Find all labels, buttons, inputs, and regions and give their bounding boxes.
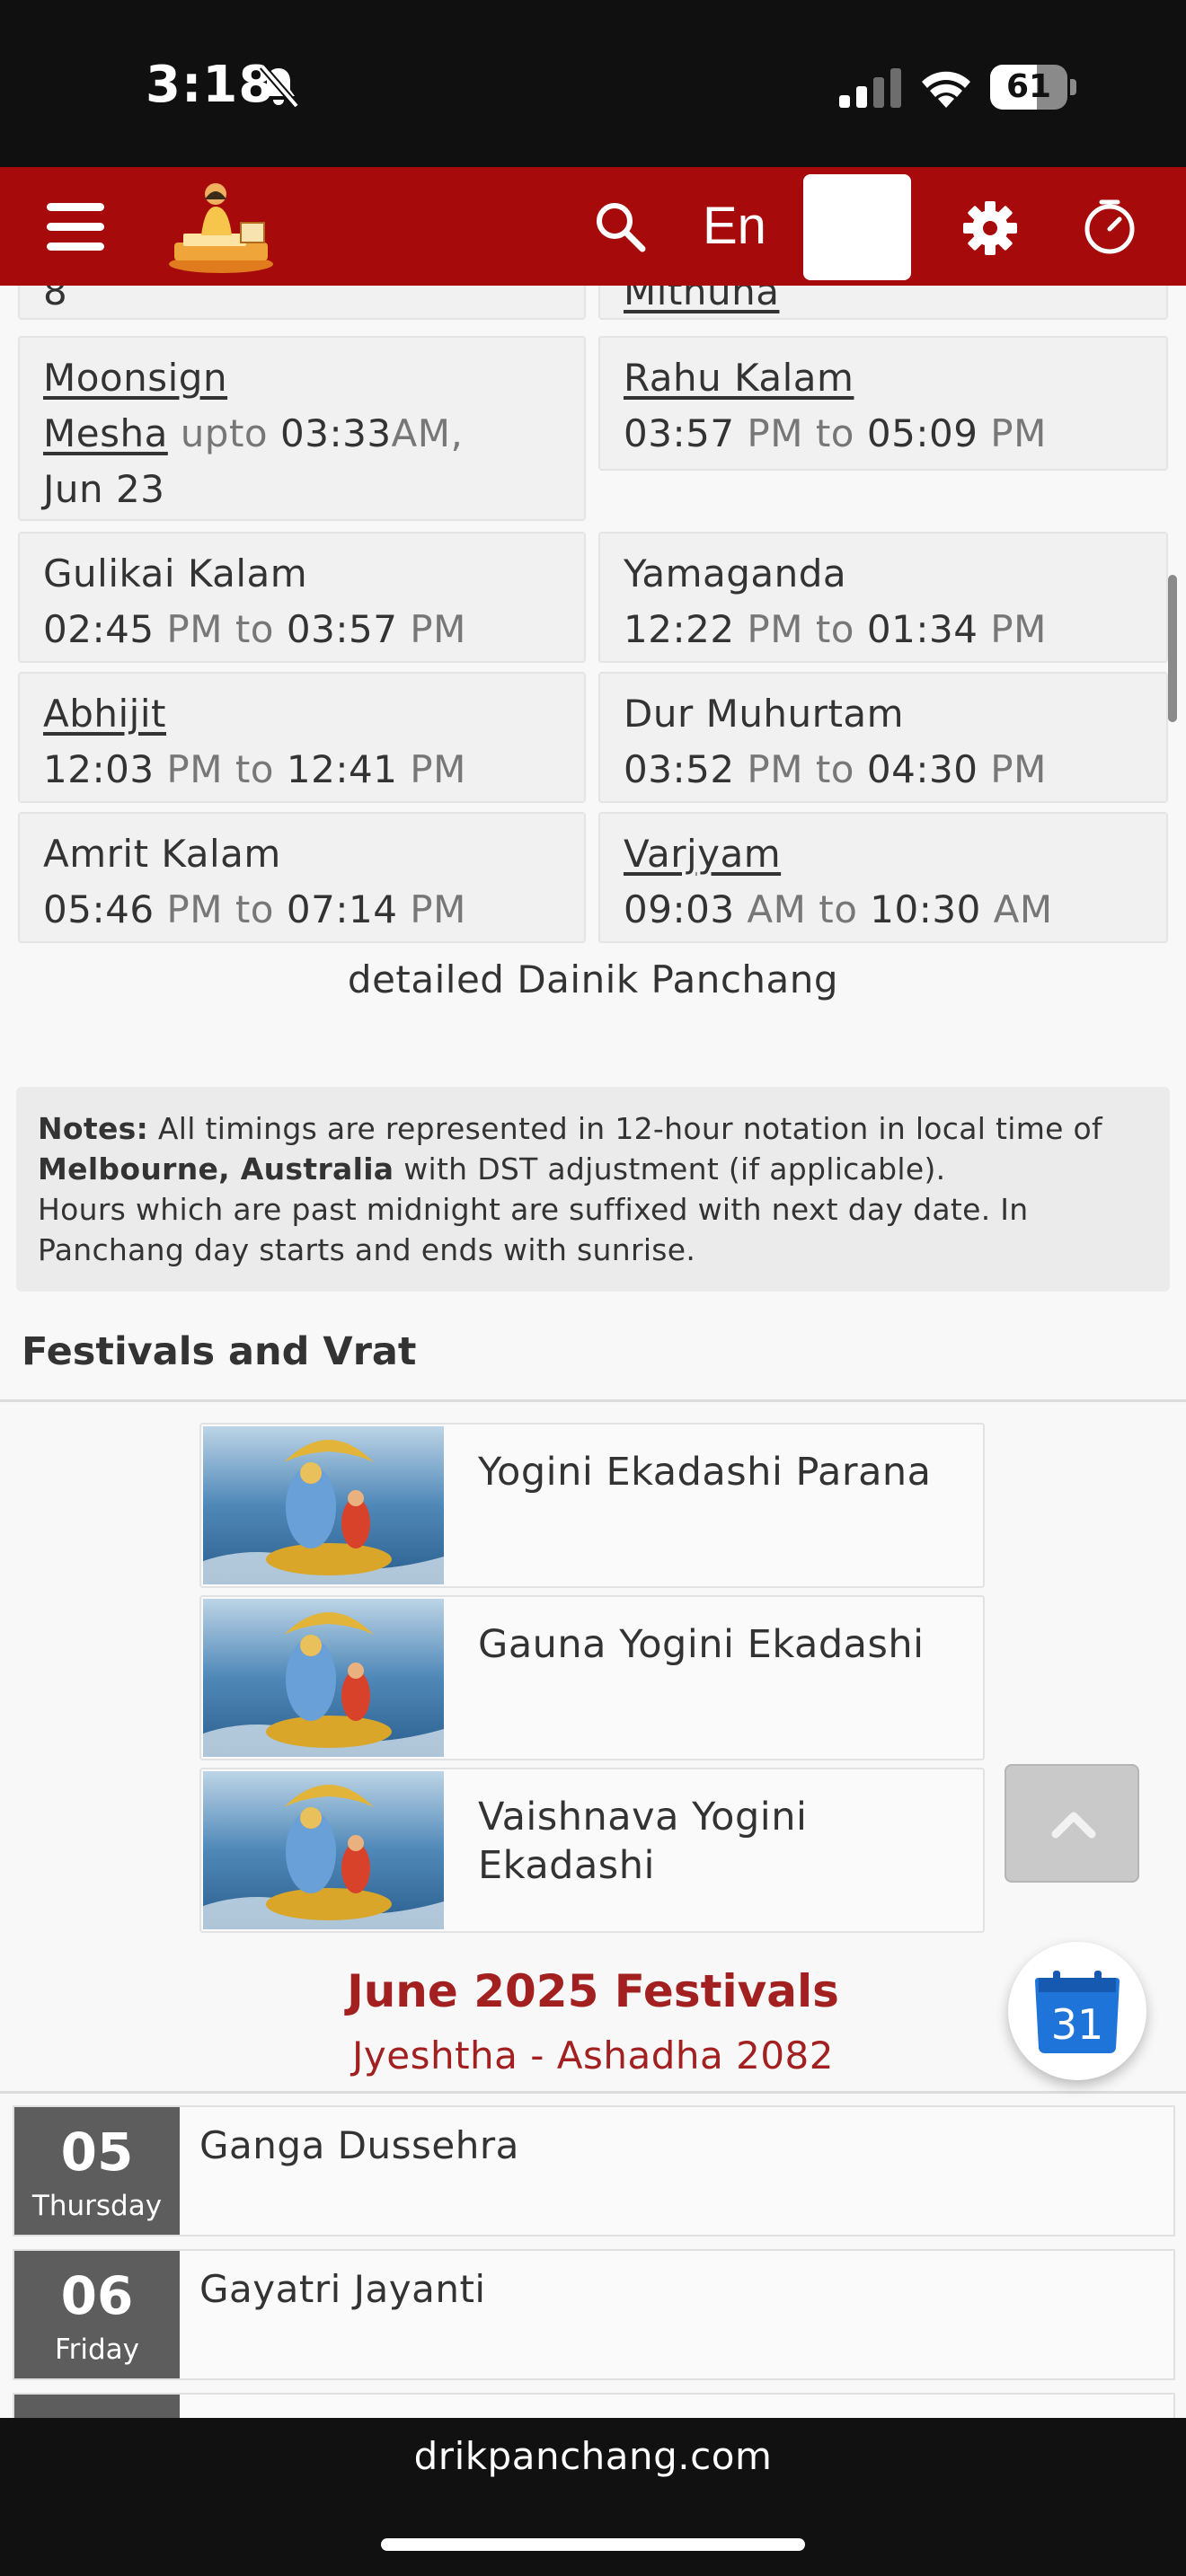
blank-box[interactable] <box>803 174 911 280</box>
festival-card[interactable]: Vaishnava Yogini Ekadashi <box>199 1768 985 1933</box>
wifi-icon <box>922 71 970 108</box>
status-bar: 3:18 61 <box>0 0 1186 167</box>
battery-indicator: 61 <box>990 65 1076 110</box>
search-icon[interactable] <box>593 199 647 253</box>
festival-name[interactable]: Vaishnava Yogini Ekadashi <box>478 1793 963 1890</box>
panchang-cell-partial-left: 8 <box>18 286 586 320</box>
moonsign-value-link[interactable]: Mesha <box>43 411 168 455</box>
festival-name[interactable]: Yogini Ekadashi Parana <box>478 1448 963 1496</box>
varjyam-cell: Varjyam 09:03 AM to 10:30 AM <box>598 812 1168 943</box>
site-header: En <box>0 167 1186 286</box>
festival-card[interactable]: Gauna Yogini Ekadashi <box>199 1595 985 1760</box>
calendar-day: 31 <box>1051 2000 1104 2049</box>
battery-level: 61 <box>1005 68 1052 105</box>
scrollbar[interactable] <box>1168 575 1177 722</box>
date-box: 06 Friday <box>14 2251 180 2378</box>
menu-icon[interactable] <box>47 201 104 251</box>
rahu-kalam-cell: Rahu Kalam 03:57 PM to 05:09 PM <box>598 336 1168 471</box>
calendar-button[interactable]: 31 <box>1008 1942 1146 2080</box>
language-toggle[interactable]: En <box>703 194 766 259</box>
url-text[interactable]: drikpanchang.com <box>0 2434 1186 2478</box>
calendar-icon: 31 <box>1035 1971 1120 2053</box>
festival-row-name[interactable]: Gayatri Jayanti <box>199 2267 486 2311</box>
cellular-signal-icon <box>839 68 901 108</box>
gear-icon[interactable] <box>961 199 1019 257</box>
amrit-kalam-cell: Amrit Kalam 05:46 PM to 07:14 PM <box>18 812 586 943</box>
back-to-top-button[interactable] <box>1005 1764 1139 1883</box>
vishnu-image <box>203 1599 444 1757</box>
divider <box>0 2091 1186 2094</box>
festival-row[interactable]: 05 Thursday Ganga Dussehra <box>13 2105 1175 2236</box>
rahu-kalam-link[interactable]: Rahu Kalam <box>624 356 854 400</box>
moonsign-link[interactable]: Moonsign <box>43 356 227 400</box>
vishnu-image <box>203 1426 444 1584</box>
home-indicator[interactable] <box>381 2538 805 2551</box>
vishnu-image <box>203 1771 444 1929</box>
festival-card[interactable]: Yogini Ekadashi Parana <box>199 1423 985 1588</box>
date-box <box>14 2395 180 2418</box>
festival-row-name[interactable]: Ganga Dussehra <box>199 2123 519 2167</box>
date-box: 05 Thursday <box>14 2107 180 2235</box>
yamaganda-cell: Yamaganda 12:22 PM to 01:34 PM <box>598 532 1168 663</box>
bell-off-icon <box>259 64 300 109</box>
abhijit-cell: Abhijit 12:03 PM to 12:41 PM <box>18 672 586 803</box>
dur-muhurtam-cell: Dur Muhurtam 03:52 PM to 04:30 PM <box>598 672 1168 803</box>
detailed-panchang-link[interactable]: detailed Dainik Panchang <box>0 957 1186 1001</box>
panchang-cell-partial-right: Mithuna <box>598 286 1168 320</box>
chevron-up-icon <box>1051 1812 1096 1839</box>
logo[interactable] <box>165 180 277 277</box>
moonsign-cell: Moonsign Mesha upto 03:33AM, Jun 23 <box>18 336 586 521</box>
browser-url-bar[interactable]: drikpanchang.com <box>0 2418 1186 2576</box>
festival-name[interactable]: Gauna Yogini Ekadashi <box>478 1620 963 1669</box>
festival-row[interactable] <box>13 2393 1175 2418</box>
status-time: 3:18 <box>146 56 275 114</box>
gulikai-kalam-cell: Gulikai Kalam 02:45 PM to 03:57 PM <box>18 532 586 663</box>
abhijit-link[interactable]: Abhijit <box>43 692 166 736</box>
page-content[interactable]: 8 Mithuna Moonsign Mesha upto 03:33AM, J… <box>0 286 1186 2418</box>
divider <box>0 1399 1186 1402</box>
festival-row[interactable]: 06 Friday Gayatri Jayanti <box>13 2249 1175 2380</box>
notes-box: Notes: All timings are represented in 12… <box>16 1087 1170 1292</box>
festivals-heading: Festivals and Vrat <box>22 1329 417 1374</box>
varjyam-link[interactable]: Varjyam <box>624 832 781 876</box>
clock-icon[interactable] <box>1082 199 1137 255</box>
